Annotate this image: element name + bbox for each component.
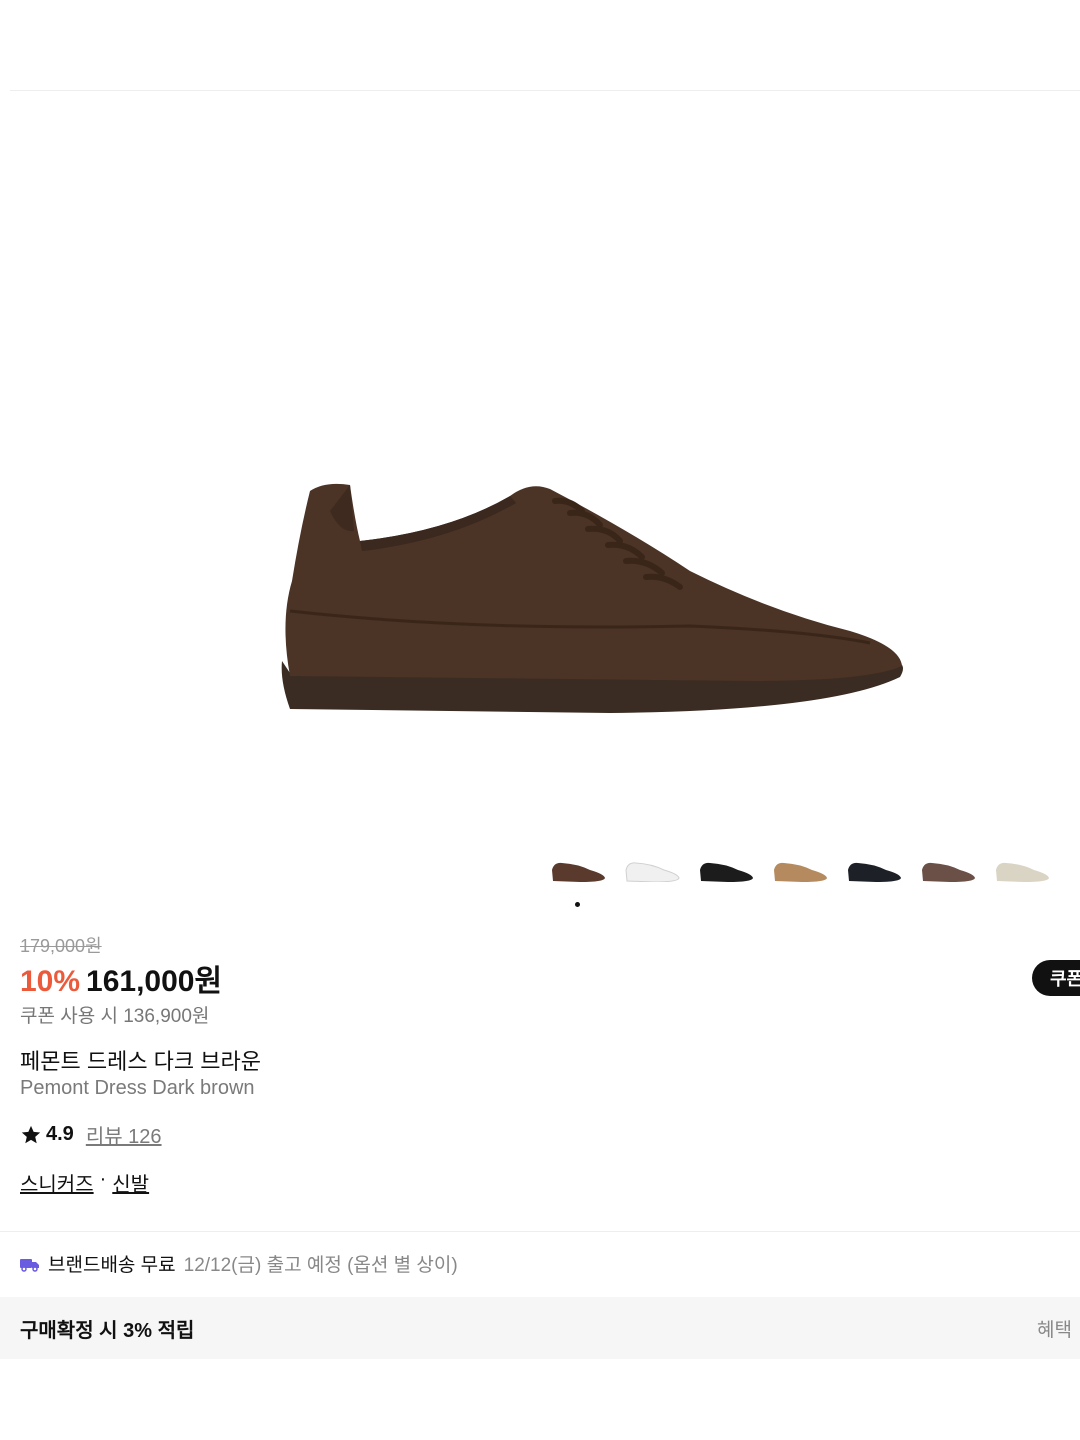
thumbnail-1[interactable]	[548, 852, 607, 888]
category-link-shoes[interactable]: 신발	[112, 1168, 149, 1197]
pagination-dots	[575, 902, 580, 907]
shipping-label: 브랜드배송 무료	[48, 1255, 176, 1276]
rating-row: 4.9 리뷰 126	[20, 1120, 162, 1149]
thumb-shoe-5	[847, 862, 901, 882]
thumb-shoe-7	[995, 862, 1049, 882]
thumbnail-7[interactable]	[992, 852, 1051, 888]
category-separator: ·	[99, 1168, 107, 1190]
thumbnail-2[interactable]	[622, 852, 681, 888]
benefit-text: 구매확정 시 3% 적립	[20, 1319, 195, 1342]
original-price: 179,000원	[20, 936, 102, 956]
coupon-price: 쿠폰 사용 시 136,900원	[20, 1006, 210, 1027]
thumb-shoe-6	[921, 862, 975, 882]
thumb-shoe-3	[699, 862, 753, 882]
divider	[0, 1231, 1080, 1232]
star-icon	[21, 1125, 41, 1143]
thumbnail-4[interactable]	[770, 852, 829, 888]
top-bar	[0, 0, 1080, 90]
sale-price: 161,000원	[86, 965, 223, 998]
thumb-shoe-1	[551, 862, 605, 882]
coupon-button[interactable]: 쿠폰	[1032, 960, 1080, 996]
thumbnail-6[interactable]	[918, 852, 977, 888]
benefit-link[interactable]: 혜택	[1037, 1315, 1072, 1342]
price-row: 10% 161,000원	[20, 956, 222, 1000]
shipping-eta: 12/12(금) 출고 예정 (옵션 별 상이)	[183, 1255, 458, 1276]
review-link[interactable]: 리뷰 126	[86, 1120, 162, 1149]
category-breadcrumb: 스니커즈 · 신발	[20, 1168, 149, 1197]
benefit-bar[interactable]: 구매확정 시 3% 적립 혜택	[0, 1297, 1080, 1359]
truck-icon	[20, 1258, 39, 1272]
shipping-info: 브랜드배송 무료 12/12(금) 출고 예정 (옵션 별 상이)	[20, 1250, 458, 1277]
product-title-en: Pemont Dress Dark brown	[20, 1077, 255, 1099]
thumbnail-strip	[548, 852, 1051, 892]
product-image[interactable]	[0, 91, 1080, 851]
thumbnail-5[interactable]	[844, 852, 903, 888]
discount-rate: 10%	[20, 965, 81, 998]
rating-score: 4.9	[46, 1123, 74, 1145]
thumb-shoe-2	[624, 862, 680, 882]
category-link-sneakers[interactable]: 스니커즈	[20, 1168, 94, 1197]
thumbnail-3[interactable]	[696, 852, 755, 888]
thumb-shoe-4	[773, 862, 827, 882]
pagination-dot-active	[575, 902, 580, 907]
product-title-ko: 페몬트 드레스 다크 브라운	[20, 1049, 261, 1074]
sneaker-image	[281, 483, 904, 713]
